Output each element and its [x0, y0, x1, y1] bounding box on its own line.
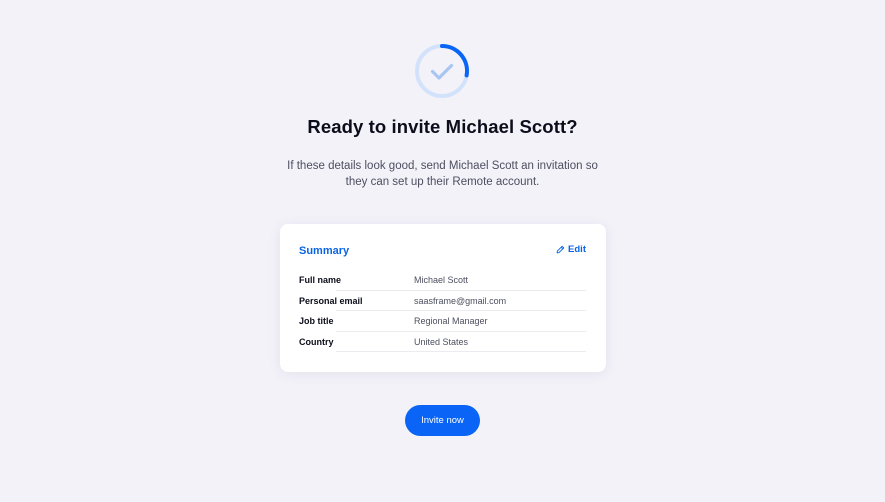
summary-row-job-title: Job title Regional Manager: [299, 311, 586, 332]
row-value: Regional Manager: [414, 316, 488, 326]
summary-row-full-name: Full name Michael Scott: [299, 270, 586, 291]
row-label: Personal email: [299, 295, 363, 306]
edit-button[interactable]: Edit: [556, 244, 586, 255]
row-label: Job title: [299, 316, 334, 326]
row-value: saasframe@gmail.com: [414, 295, 507, 306]
summary-row-country: Country United States: [299, 332, 586, 352]
invite-now-button[interactable]: Invite now: [405, 405, 480, 436]
pencil-icon: [556, 245, 565, 254]
progress-ring: [415, 44, 469, 98]
row-value: Michael Scott: [414, 275, 469, 285]
summary-card: Summary Edit Full name Michael Scott Per…: [280, 224, 606, 372]
row-value: United States: [414, 336, 469, 347]
summary-title: Summary: [299, 245, 350, 257]
row-divider: [336, 351, 586, 352]
summary-row-personal-email: Personal email saasframe@gmail.com: [299, 291, 586, 311]
check-icon: [430, 63, 454, 80]
summary-rows: Full name Michael Scott Personal email s…: [299, 270, 586, 352]
page-subtitle: If these details look good, send Michael…: [287, 160, 598, 188]
row-label: Full name: [299, 275, 342, 285]
edit-label: Edit: [568, 244, 586, 255]
page-title: Ready to invite Michael Scott?: [307, 116, 578, 137]
row-label: Country: [299, 336, 334, 347]
